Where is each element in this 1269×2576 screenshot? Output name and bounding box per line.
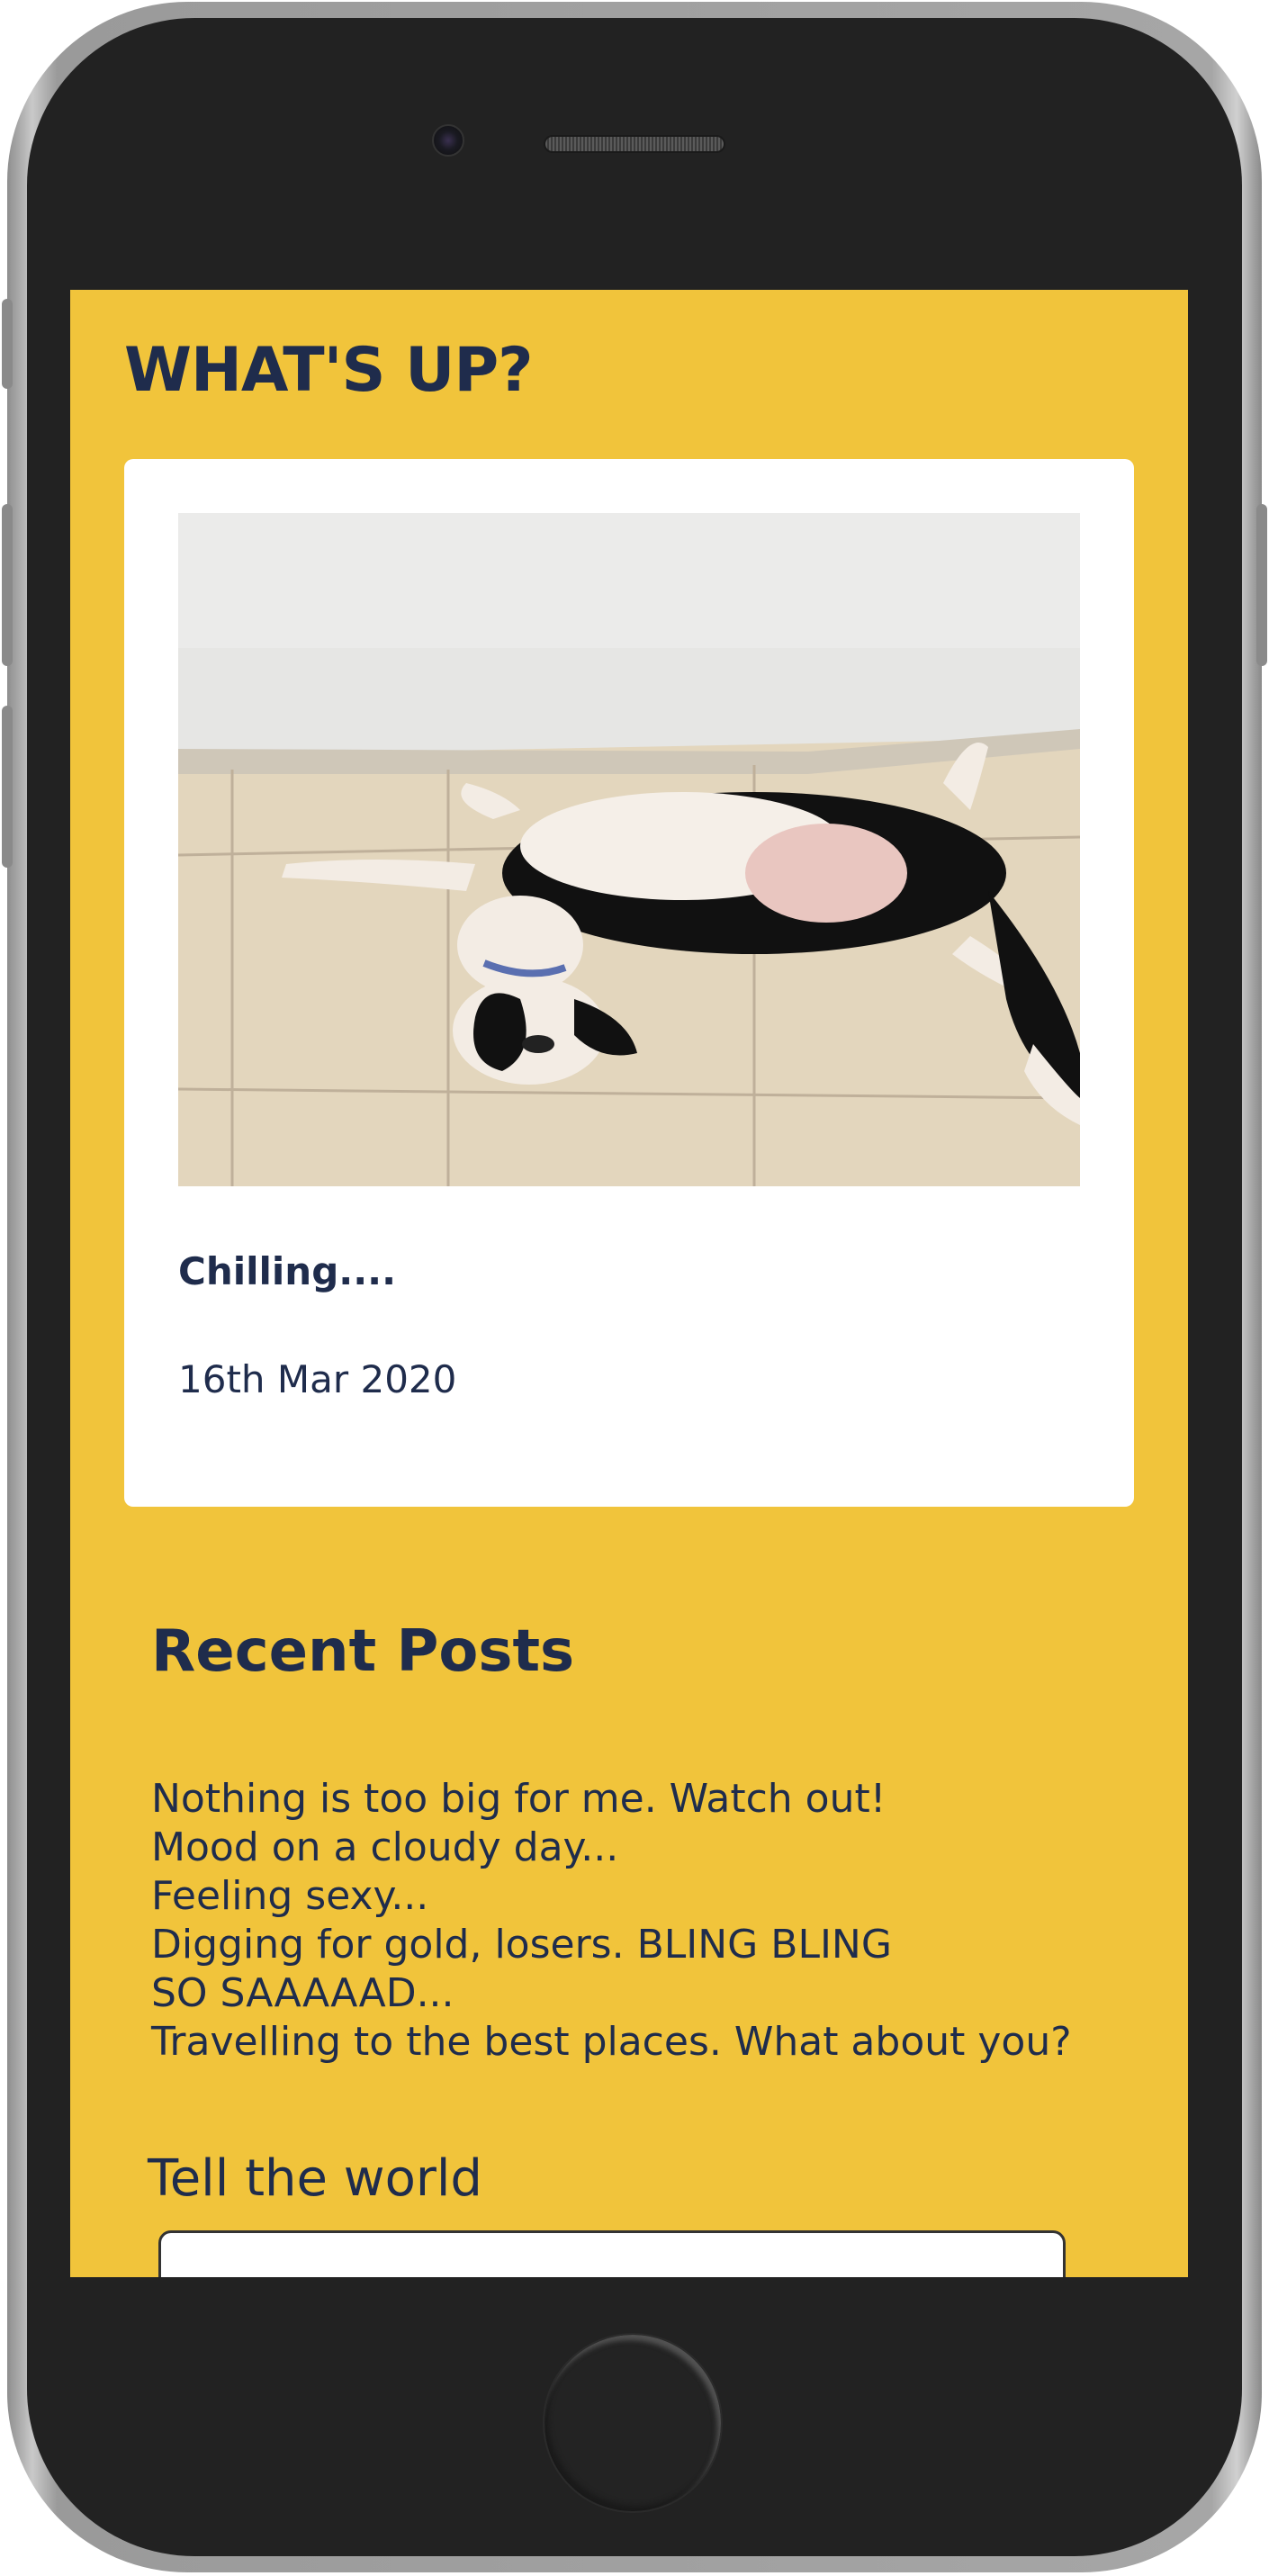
post-caption: Chilling.... [178, 1249, 397, 1293]
recent-post-item[interactable]: Digging for gold, losers. BLING BLING [151, 1921, 1072, 1969]
earpiece-speaker [544, 135, 725, 153]
app-screen: WHAT'S UP? Chilling.... 16th Mar 2020 Re… [70, 290, 1188, 2277]
post-date: 16th Mar 2020 [178, 1357, 457, 1401]
page-title: WHAT'S UP? [124, 335, 534, 406]
compose-label: Tell the world [148, 2149, 482, 2208]
silent-switch [2, 299, 13, 389]
recent-post-item[interactable]: Feeling sexy... [151, 1872, 1072, 1921]
recent-post-item[interactable]: Nothing is too big for me. Watch out! [151, 1775, 1072, 1824]
power-button [1256, 504, 1267, 666]
compose-input[interactable] [158, 2230, 1066, 2277]
recent-posts-list: Nothing is too big for me. Watch out! Mo… [151, 1775, 1072, 2067]
recent-post-item[interactable]: Travelling to the best places. What abou… [151, 2018, 1072, 2067]
volume-down-button [2, 706, 13, 868]
recent-post-item[interactable]: SO SAAAAAD... [151, 1969, 1072, 2018]
front-camera [432, 124, 464, 157]
recent-post-item[interactable]: Mood on a cloudy day... [151, 1824, 1072, 1872]
recent-posts-heading: Recent Posts [151, 1618, 575, 1685]
post-card[interactable]: Chilling.... 16th Mar 2020 [124, 459, 1134, 1507]
home-button[interactable] [543, 2333, 723, 2513]
volume-up-button [2, 504, 13, 666]
post-photo [178, 513, 1080, 1186]
